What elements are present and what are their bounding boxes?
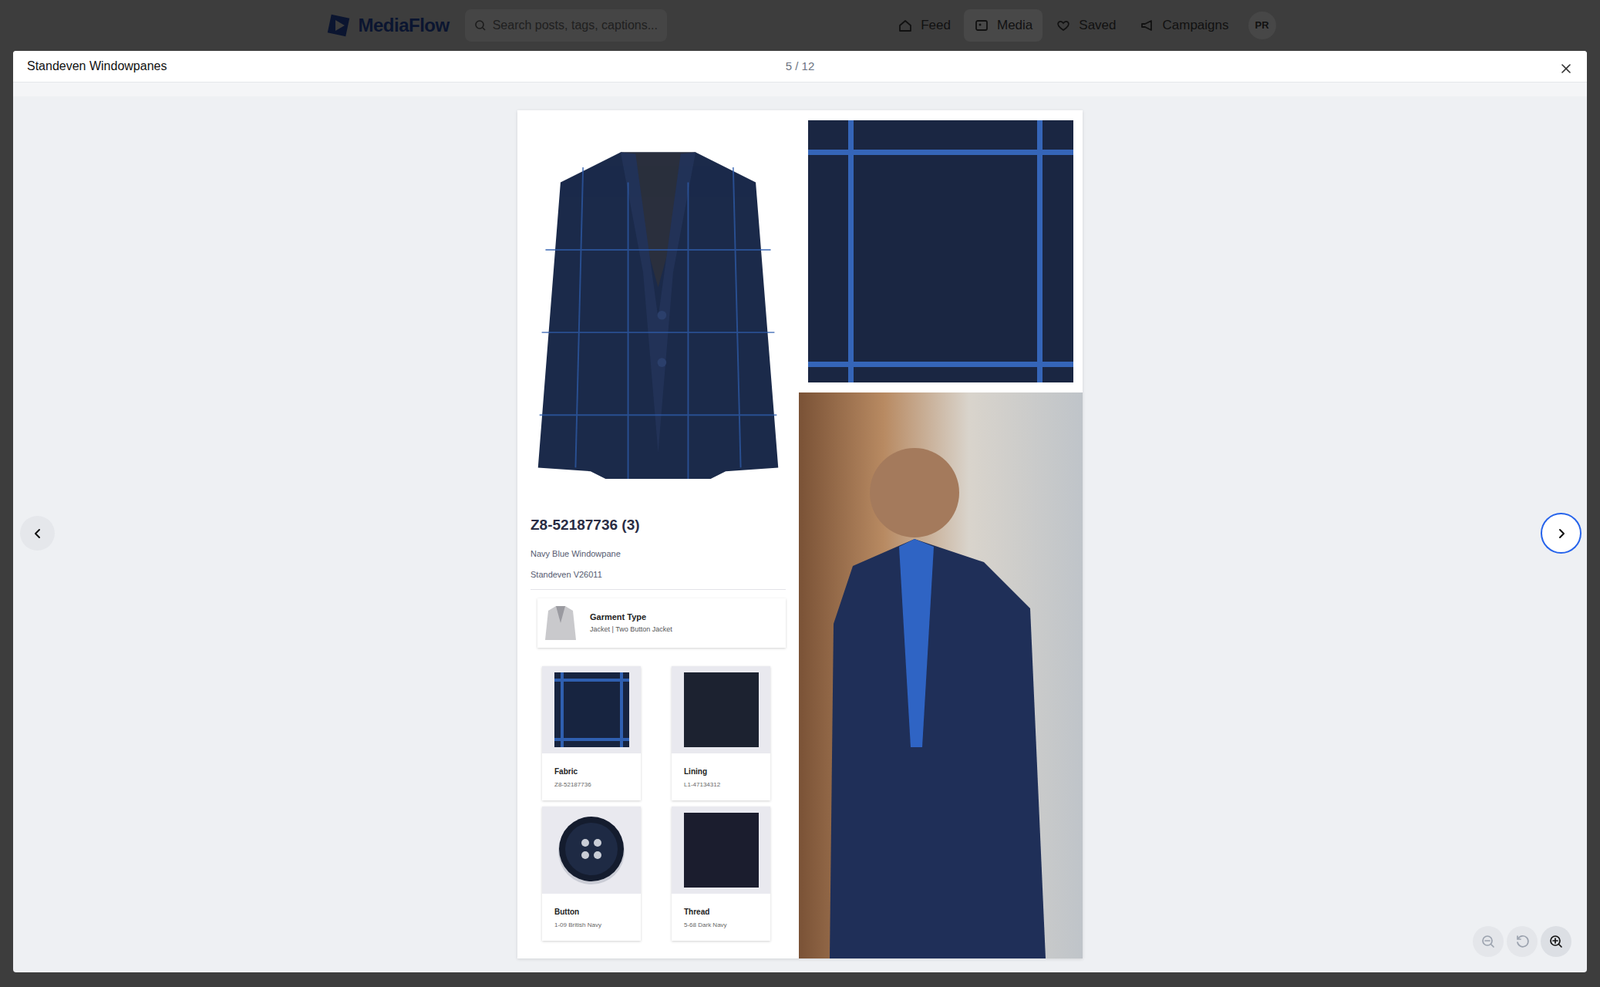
zoom-out-button[interactable] bbox=[1472, 926, 1504, 957]
image-icon bbox=[973, 17, 990, 34]
nav-item[interactable]: Media bbox=[963, 9, 1043, 42]
part-card: LiningL1-47134312 bbox=[671, 666, 771, 801]
play-logo-icon bbox=[324, 11, 353, 40]
model-photo bbox=[798, 392, 1083, 959]
product-sheet: Z8-52187736 (3)Navy Blue WindowpaneStand… bbox=[517, 110, 1083, 959]
reset-icon bbox=[1514, 933, 1530, 950]
reset-button[interactable] bbox=[1506, 926, 1538, 957]
nav-item[interactable]: Campaigns bbox=[1129, 9, 1240, 42]
zoom-controls bbox=[1472, 926, 1572, 957]
zoom-in-icon bbox=[1548, 933, 1564, 950]
image-viewer: Standeven Windowpanes5 / 12 Z8-52187736 (… bbox=[13, 50, 1587, 973]
megaphone-icon bbox=[1139, 17, 1156, 34]
next-button[interactable] bbox=[1543, 515, 1579, 551]
lining-swatch bbox=[683, 672, 759, 748]
viewer-header: Standeven Windowpanes5 / 12 bbox=[13, 50, 1587, 83]
garment-thumb-icon bbox=[543, 604, 578, 642]
button-icon bbox=[555, 814, 627, 886]
nav-item[interactable]: Saved bbox=[1045, 9, 1126, 42]
logo[interactable]: MediaFlow bbox=[324, 11, 450, 40]
search-input[interactable] bbox=[492, 16, 658, 35]
parts-grid: FabricZ8-52187736 LiningL1-47134312 Button… bbox=[542, 666, 786, 941]
zoom-out-icon bbox=[1480, 933, 1496, 950]
jacket-photo bbox=[530, 132, 786, 484]
top-nav: MediaFlow FeedMediaSavedCampaigns PR bbox=[0, 0, 1600, 51]
thread-swatch bbox=[683, 812, 759, 888]
close-button[interactable] bbox=[1554, 57, 1578, 81]
prev-button[interactable] bbox=[20, 515, 55, 551]
fabric-photo bbox=[808, 120, 1074, 383]
home-icon bbox=[897, 17, 913, 34]
search-field[interactable] bbox=[464, 9, 667, 42]
fabric-swatch bbox=[554, 672, 630, 748]
garment-card: Garment TypeJacket | Two Button Jacket bbox=[537, 598, 786, 648]
heart-icon bbox=[1055, 17, 1072, 34]
sheet-info: Z8-52187736 (3)Navy Blue WindowpaneStand… bbox=[517, 110, 799, 959]
search-icon bbox=[474, 19, 487, 32]
part-card: Button1-09 British Navy bbox=[542, 806, 641, 941]
sheet-media bbox=[798, 110, 1083, 959]
close-icon bbox=[1559, 62, 1573, 75]
chevron-right-icon bbox=[1553, 525, 1570, 542]
nav-item[interactable]: Feed bbox=[887, 9, 961, 42]
part-card: Thread5-68 Dark Navy bbox=[671, 806, 771, 941]
chevron-left-icon bbox=[30, 525, 46, 542]
part-card: FabricZ8-52187736 bbox=[542, 666, 641, 801]
avatar[interactable]: PR bbox=[1248, 11, 1277, 40]
nav-items: FeedMediaSavedCampaigns bbox=[887, 9, 1239, 42]
zoom-in-button[interactable] bbox=[1540, 926, 1572, 957]
viewer-stage: Z8-52187736 (3)Navy Blue WindowpaneStand… bbox=[13, 96, 1587, 973]
